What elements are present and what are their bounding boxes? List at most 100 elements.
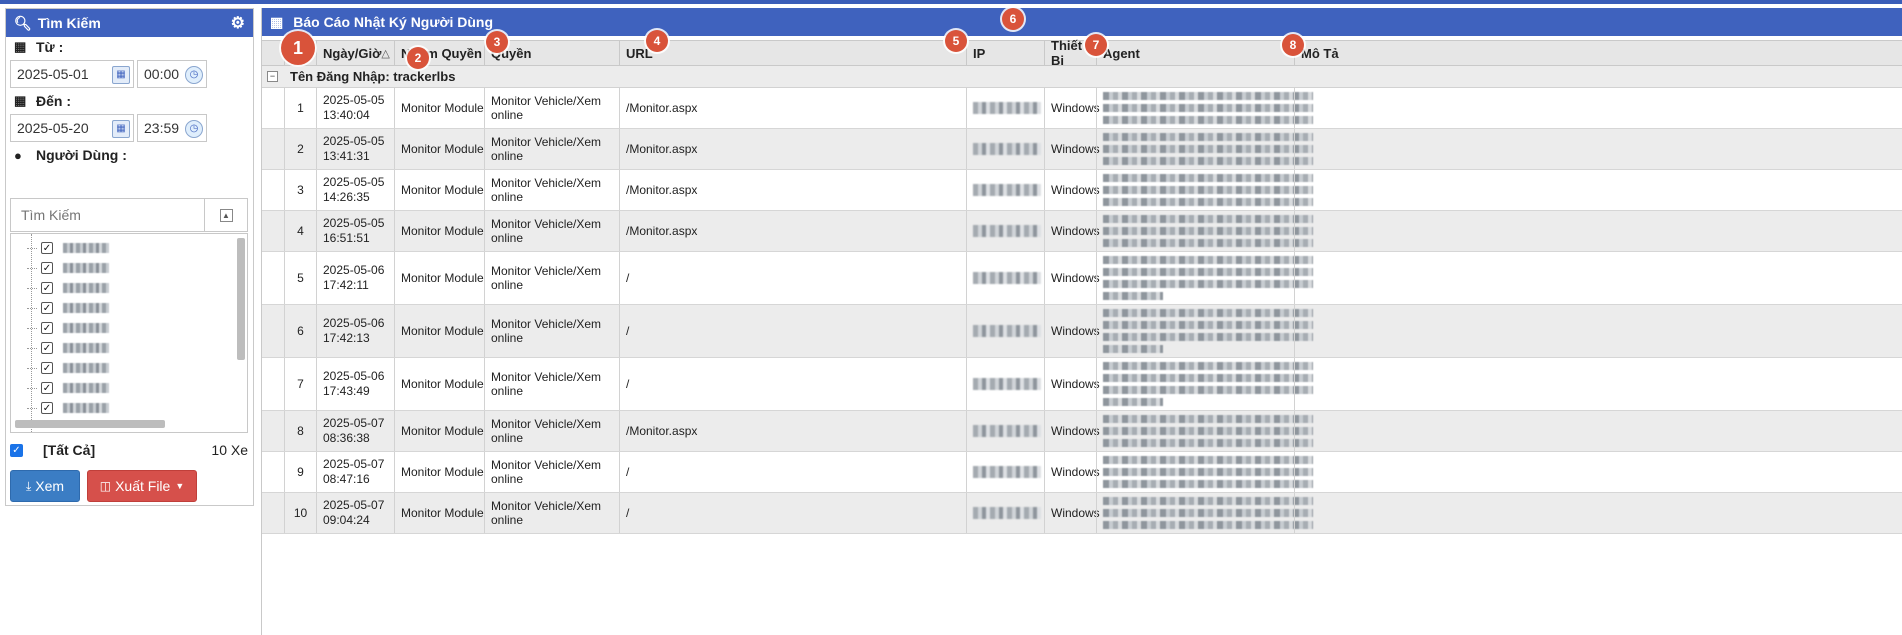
cell-group: Monitor Module — [394, 252, 484, 304]
collapse-toggle[interactable]: ▲ — [204, 199, 247, 231]
blurred-user-name — [63, 283, 109, 293]
cell-description — [1294, 252, 1902, 304]
annotation-badge: 3 — [486, 31, 508, 53]
redacted-ip — [973, 102, 1041, 114]
user-item[interactable]: ✓ — [27, 298, 109, 318]
cell-datetime: 2025-05-05 13:41:31 — [316, 129, 394, 169]
table-header: Ngày/Giờ △ Nhóm Quyền Quyền URL IP Thiết… — [262, 38, 1902, 68]
cell-ip — [966, 252, 1044, 304]
calendar-picker-icon[interactable]: ▦ — [112, 66, 130, 84]
col-header-datetime[interactable]: Ngày/Giờ △ — [316, 41, 394, 65]
cell-device: Windows — [1044, 411, 1100, 451]
cell-datetime: 2025-05-05 14:26:35 — [316, 170, 394, 210]
horizontal-scrollbar[interactable] — [15, 420, 165, 428]
redacted-agent — [1103, 309, 1313, 353]
row-time: 17:42:11 — [323, 278, 369, 292]
checkbox[interactable]: ✓ — [41, 362, 53, 374]
user-item[interactable]: ✓ — [27, 338, 109, 358]
tree-connector — [31, 234, 32, 432]
cell-agent — [1096, 88, 1313, 128]
user-item[interactable]: ✓ — [27, 398, 109, 418]
to-date-field[interactable]: 2025-05-20 ▦ — [10, 114, 134, 142]
search-panel-title: Tìm Kiếm — [37, 15, 101, 31]
view-button-label: Xem — [35, 478, 65, 494]
cell-datetime: 2025-05-05 16:51:51 — [316, 211, 394, 251]
table-row[interactable]: 7 2025-05-06 17:43:49 Monitor Module Monitor… — [262, 358, 1902, 411]
cell-url: /Monitor.aspx — [619, 129, 966, 169]
cell-agent — [1096, 358, 1313, 410]
cell-url: /Monitor.aspx — [619, 88, 966, 128]
clock-icon[interactable]: ◷ — [185, 120, 203, 138]
checkbox[interactable]: ✓ — [41, 342, 53, 354]
redacted-agent — [1103, 415, 1313, 447]
table-row[interactable]: 8 2025-05-07 08:36:38 Monitor Module Monitor… — [262, 411, 1902, 452]
table-row[interactable]: 5 2025-05-06 17:42:11 Monitor Module Monitor… — [262, 252, 1902, 305]
clock-icon[interactable]: ◷ — [185, 66, 203, 84]
table-row[interactable]: 9 2025-05-07 08:47:16 Monitor Module Monitor… — [262, 452, 1902, 493]
cell-permission: Monitor Vehicle/Xem online — [484, 493, 619, 533]
redacted-ip — [973, 507, 1041, 519]
top-accent-bar — [0, 0, 1902, 4]
user-item[interactable]: ✓ — [27, 318, 109, 338]
row-time: 14:26:35 — [323, 190, 370, 204]
view-button[interactable]: ⤓ Xem — [10, 470, 80, 502]
cell-url: /Monitor.aspx — [619, 411, 966, 451]
table-row[interactable]: 2 2025-05-05 13:41:31 Monitor Module Monitor… — [262, 129, 1902, 170]
redacted-ip — [973, 184, 1041, 196]
from-time-field[interactable]: 00:00 ◷ — [137, 60, 207, 88]
collapse-icon[interactable]: − — [267, 71, 278, 82]
checkbox[interactable]: ✓ — [41, 262, 53, 274]
cell-index: 7 — [284, 358, 316, 410]
user-item[interactable]: ✓ — [27, 258, 109, 278]
from-date-field[interactable]: 2025-05-01 ▦ — [10, 60, 134, 88]
cell-description — [1294, 88, 1902, 128]
user-item[interactable]: ✓ — [27, 358, 109, 378]
annotation-badge: 5 — [945, 30, 967, 52]
search-panel-header: 🔍︎ Tìm Kiếm ⚙︎ — [6, 9, 253, 37]
calendar-picker-icon[interactable]: ▦ — [112, 120, 130, 138]
row-time: 08:36:38 — [323, 431, 370, 445]
cell-group: Monitor Module — [394, 452, 484, 492]
cell-permission: Monitor Vehicle/Xem online — [484, 305, 619, 357]
cell-datetime: 2025-05-07 08:36:38 — [316, 411, 394, 451]
redacted-agent — [1103, 215, 1313, 247]
user-item[interactable]: ✓ — [27, 378, 109, 398]
cell-url: /Monitor.aspx — [619, 211, 966, 251]
table-row[interactable]: 10 2025-05-07 09:04:24 Monitor Module Monito… — [262, 493, 1902, 534]
row-date: 2025-05-05 — [323, 216, 385, 230]
vertical-scrollbar[interactable] — [237, 238, 245, 360]
row-date: 2025-05-06 — [323, 369, 385, 383]
user-search-input[interactable] — [11, 199, 213, 231]
col-header-url[interactable]: URL — [619, 41, 966, 65]
user-item[interactable]: ✓ — [27, 278, 109, 298]
user-item[interactable]: ✓ — [27, 238, 109, 258]
blurred-user-name — [63, 403, 109, 413]
cell-ip — [966, 129, 1044, 169]
table-row[interactable]: 3 2025-05-05 14:26:35 Monitor Module Monitor… — [262, 170, 1902, 211]
checkbox[interactable]: ✓ — [41, 302, 53, 314]
table-row[interactable]: 6 2025-05-06 17:42:13 Monitor Module Monitor… — [262, 305, 1902, 358]
col-header-ip[interactable]: IP — [966, 41, 1044, 65]
col-header-description[interactable]: Mô Tả — [1294, 41, 1902, 65]
checkbox[interactable]: ✓ — [41, 322, 53, 334]
table-row[interactable]: 4 2025-05-05 16:51:51 Monitor Module Monitor… — [262, 211, 1902, 252]
checkbox[interactable]: ✓ — [41, 282, 53, 294]
checkbox[interactable]: ✓ — [41, 242, 53, 254]
export-file-button[interactable]: ◫ Xuất File ▼ — [87, 470, 197, 502]
cell-ip — [966, 493, 1044, 533]
cell-device: Windows — [1044, 358, 1100, 410]
checkbox[interactable]: ✓ — [41, 402, 53, 414]
cell-group: Monitor Module — [394, 88, 484, 128]
gear-icon[interactable]: ⚙︎ — [231, 13, 245, 33]
select-all-checkbox[interactable]: ✓ — [10, 443, 23, 457]
cell-index: 3 — [284, 170, 316, 210]
sort-asc-icon[interactable]: △ — [381, 47, 389, 60]
cell-url: / — [619, 358, 966, 410]
col-header-agent[interactable]: Agent — [1096, 41, 1294, 65]
table-row[interactable]: 1 2025-05-05 13:40:04 Monitor Module Monitor… — [262, 88, 1902, 129]
cell-ip — [966, 170, 1044, 210]
to-time-field[interactable]: 23:59 ◷ — [137, 114, 207, 142]
checkbox[interactable]: ✓ — [41, 382, 53, 394]
row-time: 13:41:31 — [323, 149, 370, 163]
calendar-icon: ▦ — [14, 93, 27, 108]
